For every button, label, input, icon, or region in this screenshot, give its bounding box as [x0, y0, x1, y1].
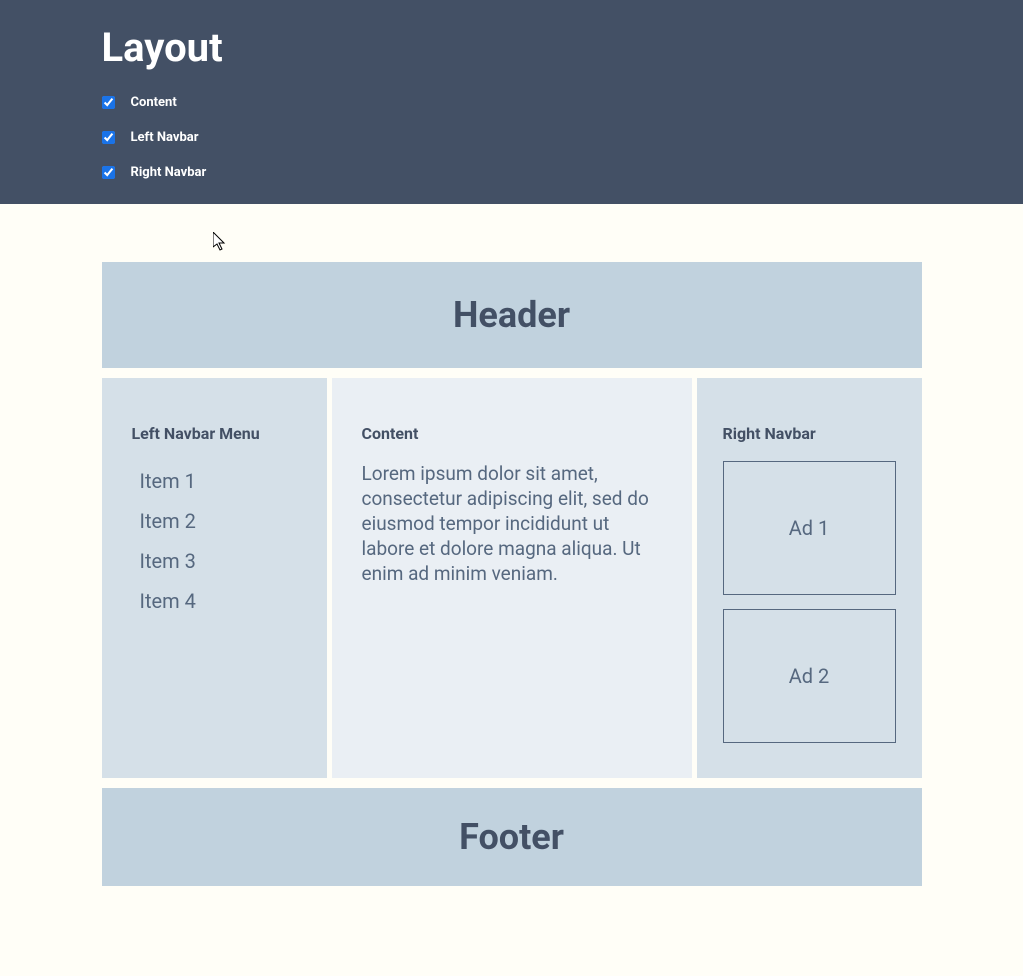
toggle-content-label: Content — [131, 95, 177, 110]
top-panel: Layout Content Left Navbar Right Navbar — [0, 0, 1023, 204]
demo-footer-title: Footer — [102, 816, 922, 858]
content-body: Lorem ipsum dolor sit amet, consectetur … — [362, 461, 662, 586]
toggle-right-navbar[interactable]: Right Navbar — [102, 165, 922, 180]
demo-footer: Footer — [102, 788, 922, 886]
left-nav-list: Item 1 Item 2 Item 3 Item 4 — [132, 461, 297, 621]
demo-content: Content Lorem ipsum dolor sit amet, cons… — [332, 378, 692, 778]
content-heading: Content — [362, 424, 662, 443]
left-nav-item[interactable]: Item 2 — [132, 501, 297, 541]
right-nav-heading: Right Navbar — [723, 424, 896, 443]
left-nav-item[interactable]: Item 3 — [132, 541, 297, 581]
demo-right-nav: Right Navbar Ad 1 Ad 2 — [697, 378, 922, 778]
toggle-right-navbar-label: Right Navbar — [131, 165, 207, 180]
demo-wrapper: Header Left Navbar Menu Item 1 Item 2 It… — [102, 204, 922, 886]
toggle-right-navbar-checkbox[interactable] — [102, 166, 115, 179]
toggle-left-navbar[interactable]: Left Navbar — [102, 130, 922, 145]
toggle-content[interactable]: Content — [102, 95, 922, 110]
ad-box: Ad 1 — [723, 461, 896, 595]
ad-box: Ad 2 — [723, 609, 896, 743]
toggle-left-navbar-label: Left Navbar — [131, 130, 199, 145]
demo-left-nav: Left Navbar Menu Item 1 Item 2 Item 3 It… — [102, 378, 327, 778]
left-nav-heading: Left Navbar Menu — [132, 424, 297, 443]
toggle-left-navbar-checkbox[interactable] — [102, 131, 115, 144]
ad-label: Ad 2 — [789, 664, 830, 688]
page-title: Layout — [102, 24, 922, 71]
ad-label: Ad 1 — [789, 516, 830, 540]
toggle-content-checkbox[interactable] — [102, 96, 115, 109]
demo-middle-row: Left Navbar Menu Item 1 Item 2 Item 3 It… — [102, 378, 922, 778]
left-nav-item[interactable]: Item 1 — [132, 461, 297, 501]
demo-header-title: Header — [102, 294, 922, 336]
demo-header: Header — [102, 262, 922, 368]
left-nav-item[interactable]: Item 4 — [132, 581, 297, 621]
